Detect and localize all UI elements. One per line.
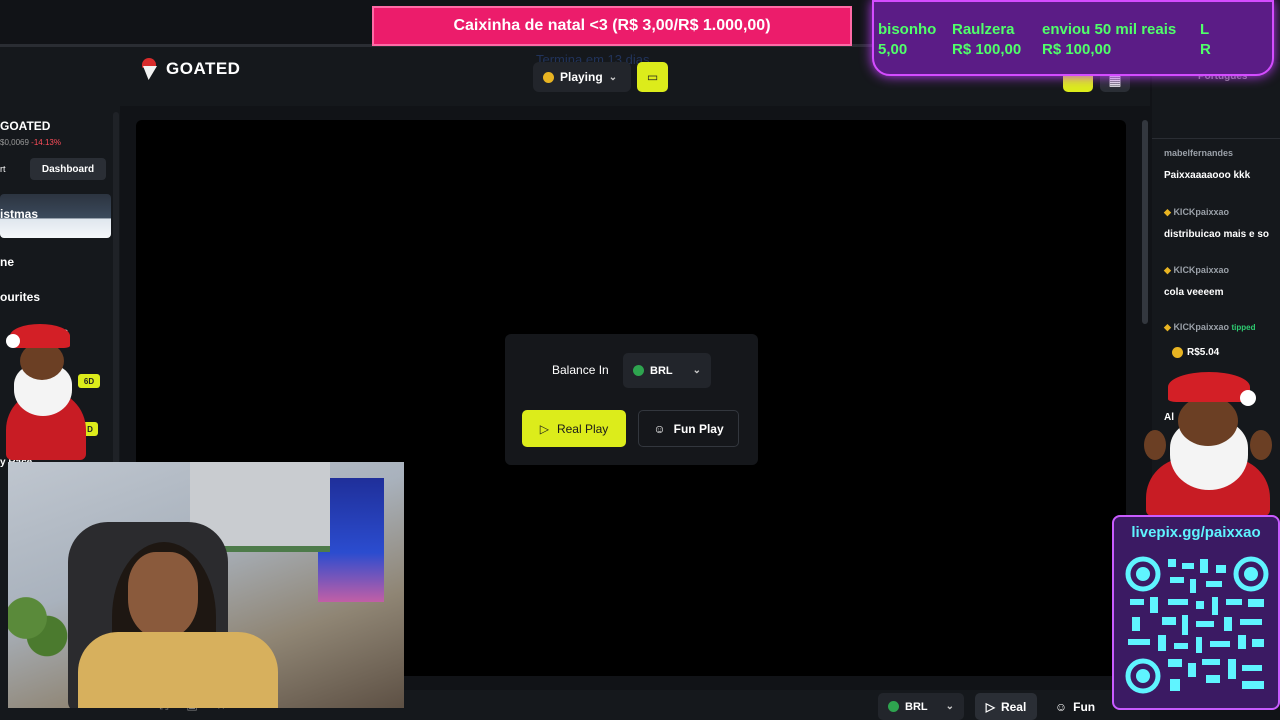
badge-icon: ◆: [1164, 322, 1171, 332]
wallet-button[interactable]: ▭: [637, 62, 668, 92]
ticker-amount: 5,00: [878, 41, 908, 58]
token-price: $0,0069 -14.13%: [0, 138, 61, 147]
main-scrollbar[interactable]: [1142, 120, 1148, 324]
goated-logo-icon: [140, 58, 160, 80]
chat-username-text: KICKpaixxao: [1173, 207, 1229, 217]
tip-amount-value: R$5.04: [1187, 347, 1220, 358]
ticker-name: enviou 50 mil reais: [1042, 21, 1177, 38]
bottom-fun-label: Fun: [1073, 699, 1096, 714]
chat-username[interactable]: ◆ KICKpaixxao tipped: [1164, 322, 1255, 333]
chat-username[interactable]: mabelfernandes: [1164, 148, 1233, 158]
smile-icon: ☺: [1054, 699, 1068, 714]
ticker-name: L: [1200, 21, 1210, 38]
sidebar-button-left[interactable]: rt: [0, 158, 14, 180]
coin-icon: [1172, 347, 1183, 358]
smile-icon: ☺: [653, 421, 666, 436]
bottom-real-label: Real: [1000, 699, 1027, 714]
token-price-value: $0,0069: [0, 138, 29, 147]
fun-play-label: Fun Play: [673, 421, 724, 436]
ticker-amount: R$ 100,00: [1042, 41, 1112, 58]
tip-amount: R$5.04: [1172, 347, 1219, 358]
dashboard-button[interactable]: Dashboard: [30, 158, 106, 180]
brl-icon: [633, 365, 644, 376]
play-icon: ▷: [985, 699, 995, 714]
bottom-currency-value: BRL: [905, 700, 928, 713]
real-play-label: Real Play: [556, 421, 609, 436]
ticker-name: Raulzera: [952, 21, 1015, 38]
ticker-amount: R: [1200, 41, 1211, 58]
token-name: GOATED: [0, 119, 51, 133]
santa-sticker-left: [0, 320, 90, 460]
chat-divider: [1152, 138, 1280, 139]
badge-icon: ◆: [1164, 207, 1171, 217]
qr-code: [1125, 556, 1269, 694]
streamer-webcam: [8, 462, 404, 708]
ticker-entry: L R: [1200, 20, 1211, 60]
logo-text: GOATED: [166, 59, 241, 78]
bottom-fun-button[interactable]: ☺ Fun: [1046, 693, 1104, 720]
christmas-banner-label: istmas: [0, 207, 39, 221]
chat-message: distribuicao mais e so: [1164, 229, 1270, 240]
livepix-url: livepix.gg/paixxao: [1131, 524, 1261, 541]
play-icon: ▷: [539, 421, 549, 436]
brl-icon: [888, 701, 899, 712]
sidebar-item-favourites[interactable]: ourites: [0, 290, 40, 304]
currency-value: BRL: [650, 364, 673, 377]
currency-select[interactable]: BRL ⌄: [623, 353, 711, 388]
bottom-real-button[interactable]: ▷ Real: [975, 693, 1037, 720]
chat-username[interactable]: ◆ KICKpaixxao: [1164, 265, 1229, 276]
ticker-entry: bisonho 5,00: [878, 20, 936, 60]
playing-dropdown[interactable]: Playing ⌄: [533, 62, 631, 92]
token-price-change: -14.13%: [31, 138, 61, 147]
donation-ticker: bisonho 5,00 Raulzera R$ 100,00 enviou 5…: [872, 0, 1274, 76]
ticker-entry: Raulzera R$ 100,00: [952, 20, 1021, 60]
chevron-down-icon: ⌄: [608, 71, 618, 83]
ticker-entry: enviou 50 mil reais R$ 100,00: [1042, 20, 1176, 60]
chevron-down-icon: ⌄: [945, 701, 954, 712]
playing-label: Playing: [560, 70, 603, 84]
chat-username-text: KICKpaixxao: [1173, 265, 1229, 275]
coin-icon: [543, 71, 554, 83]
screen: GOATED Termina em 13 dias Playing ⌄ ▭ ▦ …: [0, 0, 1280, 720]
wallet-icon: ▭: [646, 70, 659, 84]
chat-message: cola veeeem: [1164, 287, 1224, 298]
chat-username[interactable]: ◆ KICKpaixxao: [1164, 207, 1229, 218]
ticker-amount: R$ 100,00: [952, 41, 1022, 58]
bottom-currency-select[interactable]: BRL ⌄: [878, 693, 964, 720]
balance-in-label: Balance In: [552, 363, 609, 377]
goated-logo[interactable]: GOATED: [140, 58, 240, 80]
tip-label: tipped: [1231, 323, 1256, 332]
chevron-down-icon: ⌄: [692, 365, 701, 376]
sidebar-item-home[interactable]: ne: [0, 255, 14, 269]
real-play-button[interactable]: ▷ Real Play: [522, 410, 626, 447]
donation-goal-bar: Caixinha de natal <3 (R$ 3,00/R$ 1.000,0…: [372, 6, 852, 46]
fun-play-button[interactable]: ☺ Fun Play: [638, 410, 739, 447]
chat-username-text: KICKpaixxao: [1173, 322, 1229, 332]
badge-icon: ◆: [1164, 265, 1171, 275]
chat-message: Paixxaaaaooo kkk: [1164, 170, 1251, 181]
santa-sticker-right: [1136, 370, 1280, 516]
ticker-name: bisonho: [878, 21, 937, 38]
